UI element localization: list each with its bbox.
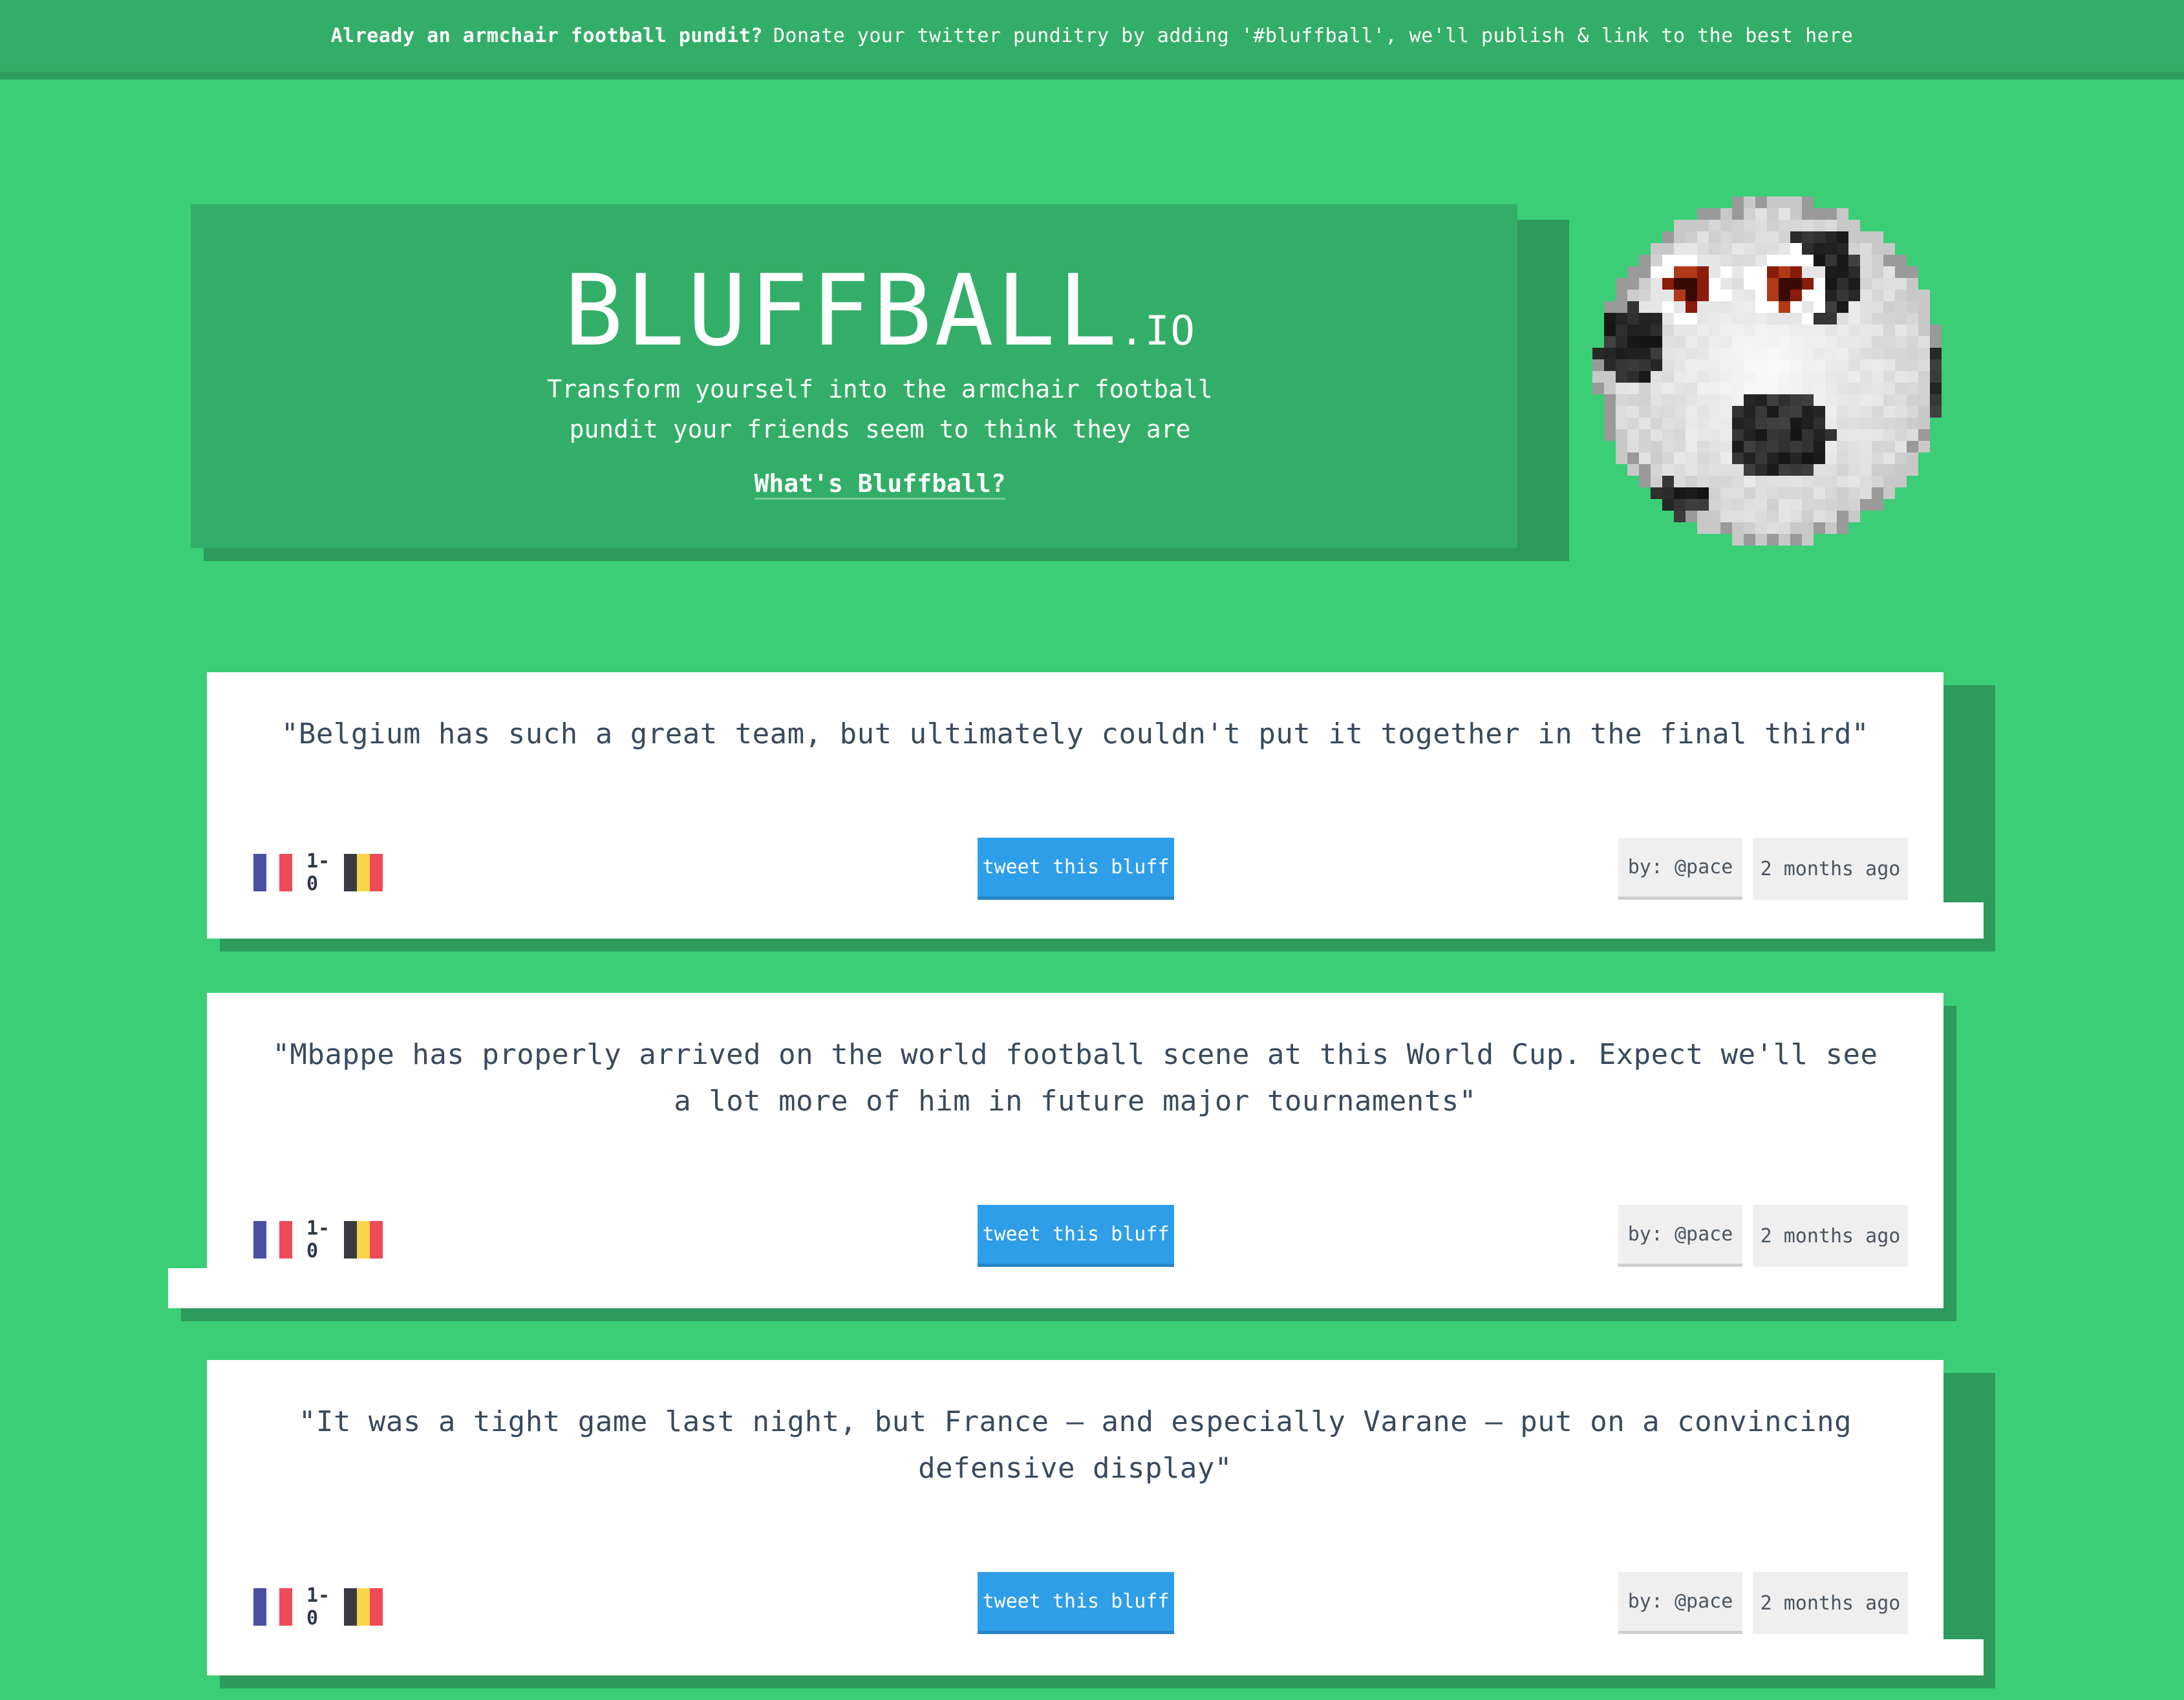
tweet-bluff-button[interactable]: tweet this bluff bbox=[978, 838, 1174, 900]
card-notch bbox=[1875, 902, 1984, 939]
time-badge: 2 months ago bbox=[1753, 1205, 1908, 1267]
tagline-line-1: Transform yourself into the armchair foo… bbox=[547, 375, 1213, 403]
time-badge: 2 months ago bbox=[1753, 838, 1908, 900]
banner-text: Donate your twitter punditry by adding '… bbox=[773, 25, 1854, 47]
tweet-bluff-button[interactable]: tweet this bluff bbox=[978, 1205, 1174, 1267]
match-score: 1-0 bbox=[253, 850, 383, 895]
card-notch bbox=[168, 1268, 246, 1308]
whats-bluffball-link[interactable]: What's Bluffball? bbox=[191, 469, 1517, 500]
france-flag-icon bbox=[253, 1221, 292, 1259]
card-notch bbox=[1875, 1639, 1984, 1675]
time-badge: 2 months ago bbox=[1753, 1572, 1908, 1634]
site-title-tld: .IO bbox=[1119, 307, 1196, 354]
whats-bluffball-label: What's Bluffball? bbox=[754, 469, 1006, 500]
pixel-football-logo-icon bbox=[1592, 197, 1942, 546]
bluff-quote: "Mbappe has properly arrived on the worl… bbox=[272, 1038, 1878, 1118]
score-value: 1-0 bbox=[306, 1217, 330, 1262]
tweet-bluff-button[interactable]: tweet this bluff bbox=[978, 1572, 1174, 1634]
belgium-flag-icon bbox=[344, 854, 383, 891]
author-badge[interactable]: by: @pace bbox=[1618, 838, 1742, 900]
match-score: 1-0 bbox=[253, 1584, 383, 1630]
france-flag-icon bbox=[253, 1588, 292, 1626]
bluff-quote: "Belgium has such a great team, but ulti… bbox=[281, 717, 1870, 750]
bluff-quote: "It was a tight game last night, but Fra… bbox=[298, 1405, 1852, 1485]
score-value: 1-0 bbox=[306, 850, 330, 895]
author-badge[interactable]: by: @pace bbox=[1618, 1205, 1742, 1267]
site-title-text: BLUFFBALL bbox=[564, 253, 1120, 368]
hero-tagline: Transform yourself into the armchair foo… bbox=[191, 369, 1517, 449]
belgium-flag-icon bbox=[344, 1221, 383, 1259]
score-value: 1-0 bbox=[306, 1584, 330, 1630]
belgium-flag-icon bbox=[344, 1588, 383, 1626]
match-score: 1-0 bbox=[253, 1217, 383, 1262]
france-flag-icon bbox=[253, 854, 292, 891]
hero-panel: BLUFFBALL.IO Transform yourself into the… bbox=[191, 204, 1517, 548]
tagline-line-2: pundit your friends seem to think they a… bbox=[569, 415, 1191, 443]
top-banner: Already an armchair football pundit? Don… bbox=[0, 0, 2184, 80]
banner-lead: Already an armchair football pundit? bbox=[330, 25, 763, 47]
author-badge[interactable]: by: @pace bbox=[1618, 1572, 1742, 1634]
